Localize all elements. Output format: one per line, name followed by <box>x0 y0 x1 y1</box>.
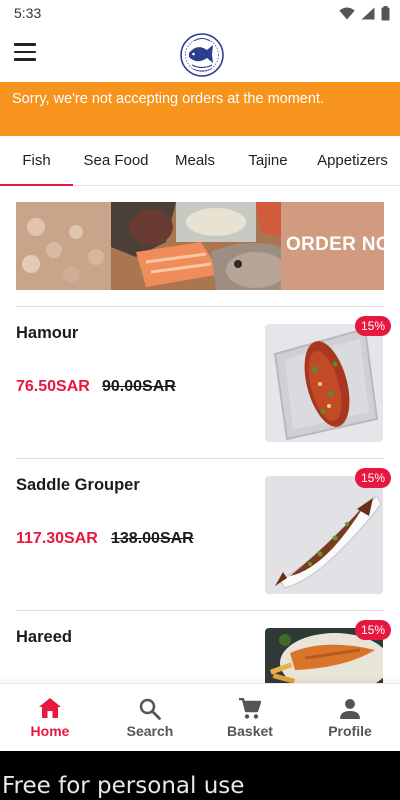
watermark-text: Free for personal use <box>2 773 245 799</box>
cart-icon <box>239 698 261 719</box>
person-icon <box>340 699 360 719</box>
category-tabs: Fish Sea Food Meals Tajine Appetizers <box>0 136 400 186</box>
bottom-navigation: Home Search Basket Profile <box>0 683 400 751</box>
discount-badge: 15% <box>355 620 391 640</box>
nav-home-label: Home <box>30 723 70 739</box>
tab-meals[interactable]: Meals <box>159 136 231 186</box>
product-price: 76.50SAR <box>16 378 90 395</box>
nav-search-label: Search <box>126 723 174 739</box>
nav-home[interactable]: Home <box>0 684 100 752</box>
orders-closed-notice: Sorry, we're not accepting orders at the… <box>0 82 400 136</box>
product-old-price: 138.00SAR <box>111 530 194 547</box>
wifi-icon <box>339 7 355 19</box>
product-image <box>265 476 383 594</box>
search-icon <box>139 698 161 720</box>
status-icons <box>339 5 390 21</box>
product-name: Hamour <box>16 324 79 342</box>
nav-profile[interactable]: Profile <box>300 684 400 752</box>
active-tab-indicator <box>0 184 73 186</box>
nav-search[interactable]: Search <box>100 684 200 752</box>
watermark-strip: Free for personal use <box>0 751 400 800</box>
app-bar <box>0 26 400 82</box>
promo-banner[interactable]: ORDER NO <box>16 202 384 290</box>
discount-badge: 15% <box>355 468 391 488</box>
banner-text: ORDER NO <box>286 234 384 255</box>
product-image <box>265 324 383 442</box>
product-name: Saddle Grouper <box>16 476 140 494</box>
signal-icon <box>361 7 375 19</box>
nav-basket[interactable]: Basket <box>200 684 300 752</box>
status-bar: 5:33 <box>0 0 400 26</box>
product-card[interactable]: Saddle Grouper 117.30SAR 138.00SAR 15% <box>0 459 400 609</box>
nav-profile-label: Profile <box>328 723 372 739</box>
product-old-price: 90.00SAR <box>102 378 176 395</box>
home-icon <box>39 698 61 718</box>
tab-tajine[interactable]: Tajine <box>231 136 305 186</box>
product-name: Hareed <box>16 628 72 646</box>
battery-icon <box>381 5 390 20</box>
fish-emblem-logo <box>180 33 224 77</box>
tab-appetizers[interactable]: Appetizers <box>305 136 400 186</box>
product-card[interactable]: Hareed 15% <box>0 611 400 683</box>
order-now-panel: ORDER NO <box>281 202 384 290</box>
discount-badge: 15% <box>355 316 391 336</box>
hamburger-menu-icon[interactable] <box>14 43 36 63</box>
tab-fish[interactable]: Fish <box>0 136 73 186</box>
status-time: 5:33 <box>14 5 42 21</box>
nav-basket-label: Basket <box>227 723 273 739</box>
tab-sea-food[interactable]: Sea Food <box>73 136 159 186</box>
seafood-platter-image <box>16 202 281 290</box>
product-price: 117.30SAR <box>16 530 98 547</box>
product-card[interactable]: Hamour 76.50SAR 90.00SAR 15% <box>0 307 400 457</box>
